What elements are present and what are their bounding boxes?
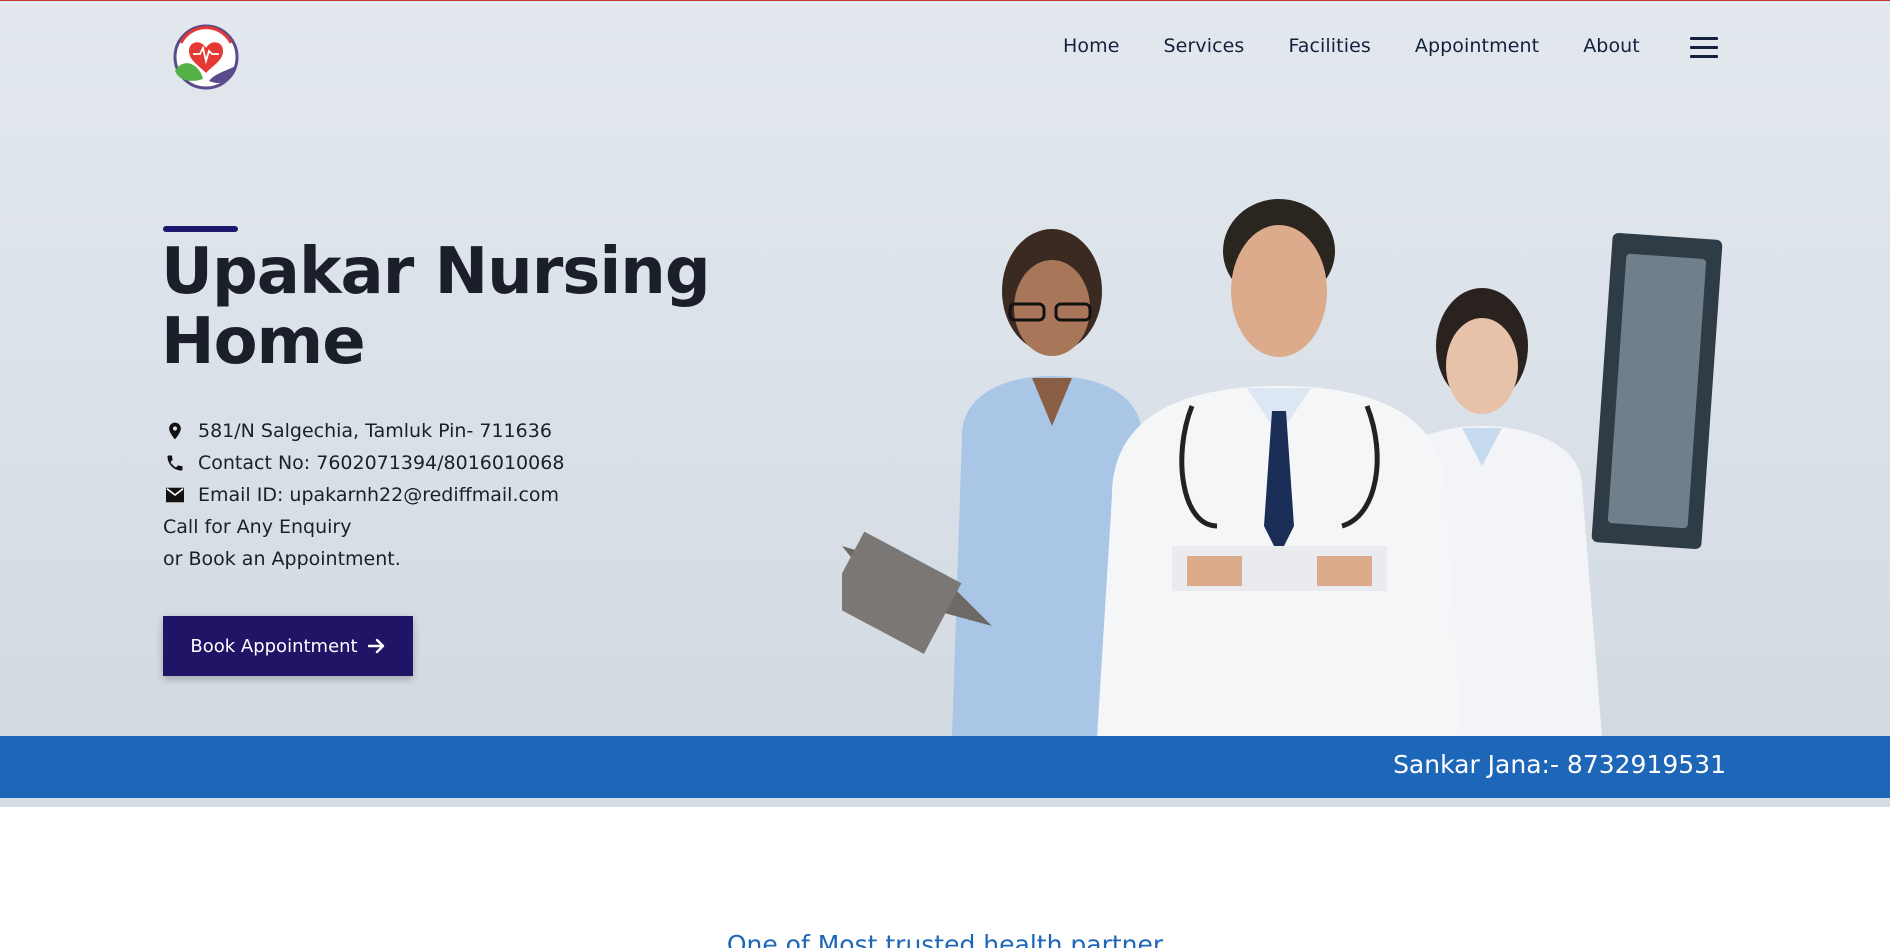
doctors-image: [842, 199, 1723, 736]
nav-about[interactable]: About: [1583, 35, 1640, 57]
location-pin-icon: [163, 419, 187, 443]
contact-info: 581/N Salgechia, Tamluk Pin- 711636 Cont…: [163, 415, 564, 575]
hero-title: Upakar Nursing Home: [161, 235, 711, 379]
section-tagline: One of Most trusted health partner: [726, 930, 1164, 948]
contact-text: Contact No: 7602071394/8016010068: [198, 452, 565, 474]
title-accent-bar: [163, 226, 238, 232]
enquiry-line-2: or Book an Appointment.: [163, 548, 401, 570]
contact-strip: Sankar Jana:- 8732919531: [0, 736, 1890, 798]
book-appointment-label: Book Appointment: [190, 635, 358, 657]
mail-icon: [163, 483, 187, 507]
address-row: 581/N Salgechia, Tamluk Pin- 711636: [163, 415, 564, 447]
nav-home[interactable]: Home: [1063, 35, 1120, 57]
phone-icon: [163, 451, 187, 475]
nav-facilities[interactable]: Facilities: [1288, 35, 1370, 57]
enquiry-line-1: Call for Any Enquiry: [163, 516, 352, 538]
email-row: Email ID: upakarnh22@rediffmail.com: [163, 479, 564, 511]
strip-divider: [0, 798, 1890, 807]
strip-contact-text: Sankar Jana:- 8732919531: [1393, 750, 1726, 779]
email-text: Email ID: upakarnh22@rediffmail.com: [198, 484, 560, 506]
hamburger-menu-icon[interactable]: [1690, 37, 1718, 59]
hero-section: Home Services Facilities Appointment Abo…: [0, 0, 1890, 736]
main-nav: Home Services Facilities Appointment Abo…: [1063, 35, 1684, 57]
arrow-right-icon: [367, 638, 384, 654]
logo-icon[interactable]: [163, 21, 249, 91]
book-appointment-button[interactable]: Book Appointment: [163, 616, 413, 676]
nav-appointment[interactable]: Appointment: [1415, 35, 1539, 57]
contact-row: Contact No: 7602071394/8016010068: [163, 447, 564, 479]
nav-services[interactable]: Services: [1164, 35, 1245, 57]
address-text: 581/N Salgechia, Tamluk Pin- 711636: [198, 420, 552, 442]
